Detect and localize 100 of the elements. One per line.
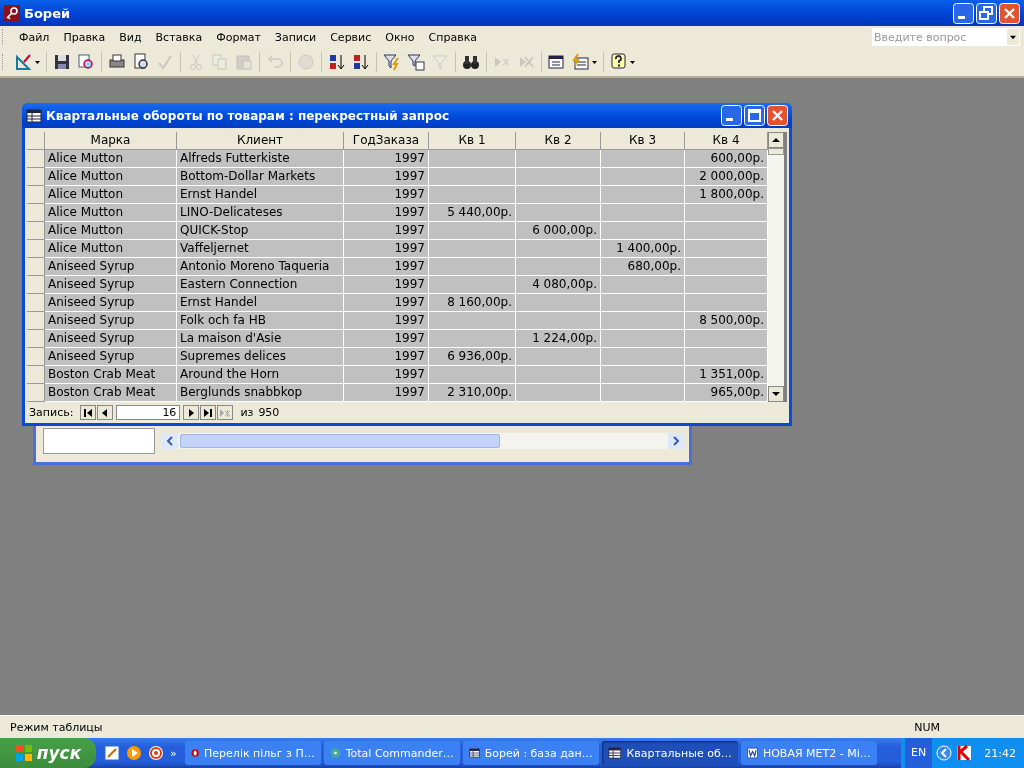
table-cell: 6 000,00р. [516, 222, 601, 240]
table-cell: Aniseed Syrup [45, 330, 177, 348]
record-number-field[interactable]: 16 [116, 405, 181, 420]
start-button[interactable]: пуск [0, 738, 96, 768]
dropdown-arrow-icon[interactable] [35, 60, 40, 64]
status-text: Режим таблицы [10, 720, 104, 734]
more-icons-button[interactable]: » [170, 746, 177, 760]
menu-item[interactable]: Сервис [323, 30, 379, 44]
help-icon[interactable] [610, 53, 628, 71]
horizontal-scrollbar[interactable] [162, 433, 684, 449]
menu-item[interactable]: Файл [12, 30, 57, 44]
table-cell: 600,00р. [685, 150, 768, 168]
scroll-right-button[interactable] [668, 433, 684, 449]
table-cell: Alice Mutton [45, 240, 177, 258]
menu-item[interactable]: Справка [421, 30, 484, 44]
column-header[interactable]: Кв 4 [685, 132, 768, 150]
scroll-up-button[interactable] [768, 132, 784, 148]
record-label: Запись: [29, 406, 74, 419]
menu-item[interactable]: Вставка [148, 30, 210, 44]
sort-ascending-icon[interactable] [328, 53, 346, 71]
datasheet-icon [26, 108, 42, 123]
restore-button[interactable] [976, 2, 997, 24]
windows-flag-icon [14, 744, 33, 762]
taskbar-button[interactable]: Перелік пільг з П… [184, 741, 321, 765]
column-header[interactable]: Кв 1 [429, 132, 516, 150]
column-header[interactable]: Клиент [177, 132, 344, 150]
table-cell: 1997 [344, 204, 429, 222]
table-cell: QUICK-Stop [177, 222, 344, 240]
scroll-down-button[interactable] [768, 386, 784, 402]
column-header[interactable]: Кв 3 [601, 132, 685, 150]
dropdown-arrow-icon[interactable] [630, 60, 635, 64]
table-cell: Alice Mutton [45, 186, 177, 204]
lightning-funnel-icon[interactable] [383, 53, 401, 71]
last-record-button[interactable] [202, 407, 215, 418]
maximize-button[interactable] [744, 105, 765, 126]
menu-item[interactable]: Окно [378, 30, 422, 44]
menu-item[interactable]: Записи [267, 30, 324, 44]
minimize-button[interactable] [721, 105, 742, 126]
triangle-ruler-icon[interactable] [15, 53, 33, 71]
table-cell: 2 000,00р. [685, 168, 768, 186]
scroll-left-button[interactable] [162, 433, 178, 449]
menu-item[interactable]: Правка [56, 30, 113, 44]
table-cell: Alice Mutton [45, 204, 177, 222]
table-cell: 1997 [344, 312, 429, 330]
table-cell: Boston Crab Meat [45, 366, 177, 384]
vertical-scrollbar[interactable] [768, 132, 784, 402]
list-field[interactable] [43, 428, 155, 454]
binoculars-icon[interactable] [462, 53, 480, 71]
chevron-left-icon[interactable] [936, 745, 953, 761]
page-magnifier-icon[interactable] [132, 53, 150, 71]
taskbar-button[interactable]: НОВАЯ МЕТ2 - Mi… [740, 741, 877, 765]
table-cell: 1997 [344, 384, 429, 402]
dropdown-arrow-icon [1010, 34, 1016, 40]
scroll-thumb[interactable] [180, 434, 500, 448]
dropdown-arrow-icon[interactable] [592, 60, 597, 64]
help-question-field[interactable]: Введите вопрос [872, 28, 1006, 46]
column-header[interactable]: Марка [45, 132, 177, 150]
minimize-button[interactable] [953, 2, 974, 24]
table-cell: 1 400,00р. [601, 240, 685, 258]
table-cell: Alice Mutton [45, 150, 177, 168]
table-cell: 1997 [344, 186, 429, 204]
taskbar-button[interactable]: Борей : база дан… [462, 741, 599, 765]
notepad-pencil-icon[interactable] [104, 745, 120, 761]
media-player-icon[interactable] [126, 745, 142, 761]
scroll-thumb[interactable] [768, 148, 784, 155]
dropdown-button[interactable] [1006, 28, 1020, 46]
close-button[interactable] [767, 105, 788, 126]
window-title: Борей [24, 5, 72, 21]
k-shield-icon[interactable] [956, 745, 973, 761]
table-cell: Supremes delices [177, 348, 344, 366]
table-cell: 1997 [344, 276, 429, 294]
table-cell: 4 080,00р. [516, 276, 601, 294]
first-record-button[interactable] [82, 407, 95, 418]
table-cell: Ernst Handel [177, 294, 344, 312]
at-sign-icon[interactable] [148, 745, 164, 761]
language-indicator[interactable]: EN [905, 738, 933, 768]
sort-descending-icon[interactable] [352, 53, 370, 71]
column-header[interactable]: Кв 2 [516, 132, 601, 150]
column-header[interactable]: ГодЗаказа [344, 132, 429, 150]
datasheet-icon [468, 745, 480, 761]
table-cell: 8 160,00р. [429, 294, 516, 312]
table-cell: 1997 [344, 330, 429, 348]
funnel-form-icon[interactable] [407, 53, 425, 71]
table-cell: 2 310,00р. [429, 384, 516, 402]
printer-icon[interactable] [108, 53, 126, 71]
datasheet-icon [607, 745, 622, 761]
magnifier-page-icon[interactable] [77, 53, 95, 71]
new-object-icon[interactable] [572, 53, 590, 71]
close-button[interactable] [999, 2, 1020, 24]
table-cell: Aniseed Syrup [45, 294, 177, 312]
menu-item[interactable]: Вид [112, 30, 149, 44]
menu-item[interactable]: Формат [209, 30, 268, 44]
record-count-label: из [240, 406, 254, 419]
taskbar-button[interactable]: Квартальные об… [601, 741, 738, 765]
database-window-icon[interactable] [548, 53, 566, 71]
record-count: 950 [258, 406, 280, 419]
table-cell: Aniseed Syrup [45, 312, 177, 330]
table-cell: Alfreds Futterkiste [177, 150, 344, 168]
table-cell: Alice Mutton [45, 168, 177, 186]
taskbar-button[interactable]: Total Commander… [323, 741, 460, 765]
